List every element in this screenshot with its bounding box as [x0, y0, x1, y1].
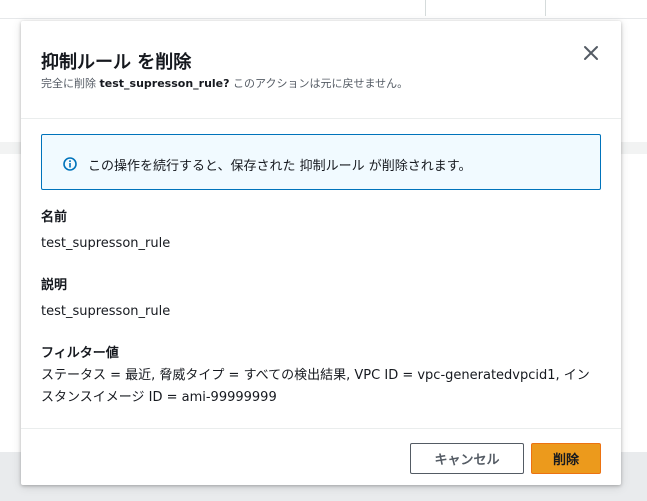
delete-button[interactable]: 削除	[531, 443, 601, 474]
name-label: 名前	[41, 210, 68, 225]
background-header	[0, 0, 647, 19]
description-value: test_supresson_rule	[41, 304, 171, 319]
subtitle-suffix: このアクションは元に戻せません。	[229, 77, 409, 90]
info-icon	[63, 157, 77, 171]
delete-suppression-rule-modal: 抑制ルール を削除 完全に削除 test_supresson_rule? このア…	[21, 21, 621, 485]
subtitle-prefix: 完全に削除	[41, 77, 100, 90]
modal-header: 抑制ルール を削除 完全に削除 test_supresson_rule? このア…	[21, 21, 621, 119]
filter-label: フィルター値	[41, 346, 119, 361]
subtitle-rule-name: test_supresson_rule?	[99, 77, 230, 90]
description-label: 説明	[41, 278, 68, 293]
background-divider	[545, 0, 546, 16]
filter-value: ステータス = 最近, 脅威タイプ = すべての検出結果, VPC ID = v…	[41, 368, 590, 405]
cancel-button[interactable]: キャンセル	[410, 443, 524, 474]
modal-subtitle: 完全に削除 test_supresson_rule? このアクションは元に戻せま…	[41, 75, 408, 91]
name-value: test_supresson_rule	[41, 236, 171, 251]
modal-title: 抑制ルール を削除	[41, 52, 192, 73]
background-divider	[425, 0, 426, 16]
modal-footer: キャンセル 削除	[21, 428, 621, 485]
alert-message: この操作を続行すると、保存された 抑制ルール が削除されます。	[88, 159, 472, 174]
close-button[interactable]	[579, 41, 603, 65]
close-icon	[584, 46, 598, 60]
info-alert: この操作を続行すると、保存された 抑制ルール が削除されます。	[41, 134, 601, 190]
